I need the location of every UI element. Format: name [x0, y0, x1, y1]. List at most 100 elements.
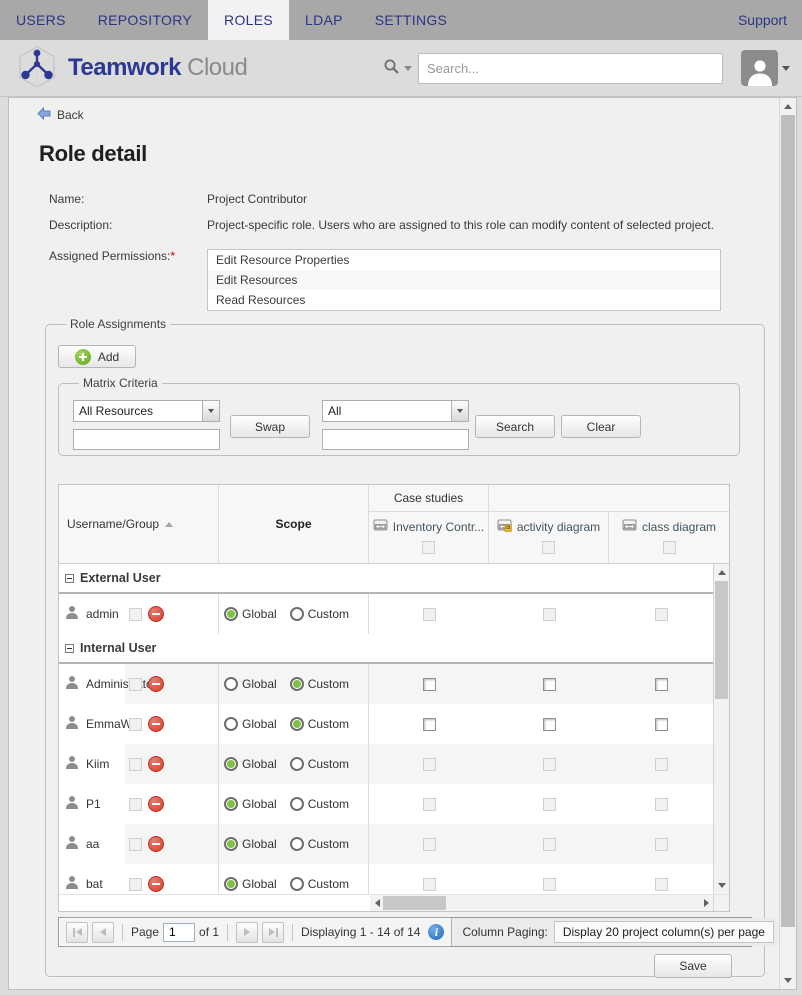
save-button[interactable]: Save — [654, 954, 732, 978]
scrollbar-thumb[interactable] — [781, 115, 795, 927]
project-assignment-checkbox[interactable] — [655, 878, 668, 891]
project-assignment-checkbox[interactable] — [655, 678, 668, 691]
row-select-checkbox[interactable] — [129, 838, 142, 851]
project-assignment-checkbox[interactable] — [655, 718, 668, 731]
column-header-scope[interactable]: Scope — [219, 485, 369, 563]
project-assignment-checkbox[interactable] — [423, 678, 436, 691]
project-assignment-checkbox[interactable] — [543, 608, 556, 621]
user-menu-caret-icon[interactable] — [782, 66, 790, 71]
project-assignment-checkbox[interactable] — [423, 838, 436, 851]
permission-option[interactable]: Edit Resources — [208, 270, 720, 290]
project-assignment-checkbox[interactable] — [655, 838, 668, 851]
scope-custom-radio[interactable] — [290, 717, 304, 731]
scroll-right-icon[interactable] — [699, 895, 713, 911]
nav-item-roles[interactable]: ROLES — [208, 0, 289, 40]
scroll-down-icon[interactable] — [714, 877, 729, 894]
search-options-caret-icon[interactable] — [404, 66, 412, 71]
search-button[interactable]: Search — [475, 415, 555, 438]
nav-item-repository[interactable]: REPOSITORY — [82, 0, 208, 40]
column-paging-value[interactable]: Display 20 project column(s) per page — [554, 921, 774, 943]
collapse-icon[interactable] — [65, 644, 74, 653]
scope-custom-radio[interactable] — [290, 877, 304, 891]
scroll-down-icon[interactable] — [780, 972, 796, 989]
scope-custom-radio[interactable] — [290, 797, 304, 811]
scope-global-radio[interactable] — [224, 757, 238, 771]
project-assignment-checkbox[interactable] — [423, 798, 436, 811]
remove-user-icon[interactable] — [148, 756, 164, 772]
scope-global-radio[interactable] — [224, 797, 238, 811]
next-page-button[interactable] — [236, 922, 258, 943]
project-assignment-checkbox[interactable] — [543, 678, 556, 691]
remove-user-icon[interactable] — [148, 876, 164, 892]
permission-option[interactable]: Edit Resource Properties — [208, 250, 720, 270]
scope-custom-radio[interactable] — [290, 607, 304, 621]
chevron-down-icon[interactable] — [451, 401, 468, 421]
collapse-icon[interactable] — [65, 574, 74, 583]
scope-custom-radio[interactable] — [290, 757, 304, 771]
project-select-all-checkbox[interactable] — [422, 541, 435, 554]
remove-user-icon[interactable] — [148, 836, 164, 852]
scope-custom-radio[interactable] — [290, 837, 304, 851]
scope-global-radio[interactable] — [224, 877, 238, 891]
permission-option[interactable]: Read Resources — [208, 290, 720, 310]
project-assignment-checkbox[interactable] — [655, 758, 668, 771]
search-icon[interactable] — [383, 58, 400, 78]
chevron-down-icon[interactable] — [202, 401, 219, 421]
row-select-checkbox[interactable] — [129, 608, 142, 621]
scope-global-radio[interactable] — [224, 717, 238, 731]
project-column-header[interactable]: class diagram — [609, 512, 729, 563]
project-column-header[interactable]: activity diagram — [489, 512, 609, 563]
row-select-checkbox[interactable] — [129, 758, 142, 771]
users-filter-input[interactable] — [322, 429, 469, 450]
remove-user-icon[interactable] — [148, 796, 164, 812]
users-select[interactable]: All — [322, 400, 469, 422]
clear-button[interactable]: Clear — [561, 415, 641, 438]
search-input[interactable] — [418, 53, 723, 84]
scroll-up-icon[interactable] — [780, 98, 796, 115]
row-select-checkbox[interactable] — [129, 718, 142, 731]
row-select-checkbox[interactable] — [129, 678, 142, 691]
project-assignment-checkbox[interactable] — [423, 878, 436, 891]
first-page-button[interactable] — [66, 922, 88, 943]
remove-user-icon[interactable] — [148, 676, 164, 692]
project-assignment-checkbox[interactable] — [423, 718, 436, 731]
project-assignment-checkbox[interactable] — [423, 758, 436, 771]
add-button[interactable]: Add — [58, 345, 136, 368]
nav-item-settings[interactable]: SETTINGS — [359, 0, 463, 40]
column-header-username-group[interactable]: Username/Group — [59, 485, 219, 563]
project-column-header[interactable]: Inventory Contr... — [369, 512, 489, 563]
table-vertical-scrollbar[interactable] — [713, 564, 729, 894]
resources-select[interactable]: All Resources — [73, 400, 220, 422]
project-assignment-checkbox[interactable] — [543, 758, 556, 771]
main-vertical-scrollbar[interactable] — [779, 98, 796, 989]
previous-page-button[interactable] — [92, 922, 114, 943]
info-icon[interactable]: i — [428, 924, 444, 940]
project-assignment-checkbox[interactable] — [655, 798, 668, 811]
user-avatar-icon[interactable] — [741, 50, 778, 86]
remove-user-icon[interactable] — [148, 716, 164, 732]
project-assignment-checkbox[interactable] — [543, 718, 556, 731]
nav-item-ldap[interactable]: LDAP — [289, 0, 359, 40]
project-select-all-checkbox[interactable] — [663, 541, 676, 554]
last-page-button[interactable] — [262, 922, 284, 943]
scope-global-radio[interactable] — [224, 607, 238, 621]
back-link[interactable]: Back — [37, 107, 779, 123]
scope-custom-radio[interactable] — [290, 677, 304, 691]
scrollbar-thumb[interactable] — [383, 896, 446, 910]
project-assignment-checkbox[interactable] — [543, 878, 556, 891]
project-assignment-checkbox[interactable] — [423, 608, 436, 621]
project-assignment-checkbox[interactable] — [655, 608, 668, 621]
page-number-input[interactable] — [163, 923, 195, 942]
scope-global-radio[interactable] — [224, 837, 238, 851]
scroll-left-icon[interactable] — [370, 895, 384, 911]
swap-button[interactable]: Swap — [230, 415, 310, 438]
horizontal-scroll-track[interactable] — [370, 895, 713, 911]
project-assignment-checkbox[interactable] — [543, 838, 556, 851]
scope-global-radio[interactable] — [224, 677, 238, 691]
nav-item-support[interactable]: Support — [723, 0, 802, 40]
project-assignment-checkbox[interactable] — [543, 798, 556, 811]
resources-filter-input[interactable] — [73, 429, 220, 450]
nav-item-users[interactable]: USERS — [0, 0, 82, 40]
row-select-checkbox[interactable] — [129, 878, 142, 891]
remove-user-icon[interactable] — [148, 606, 164, 622]
